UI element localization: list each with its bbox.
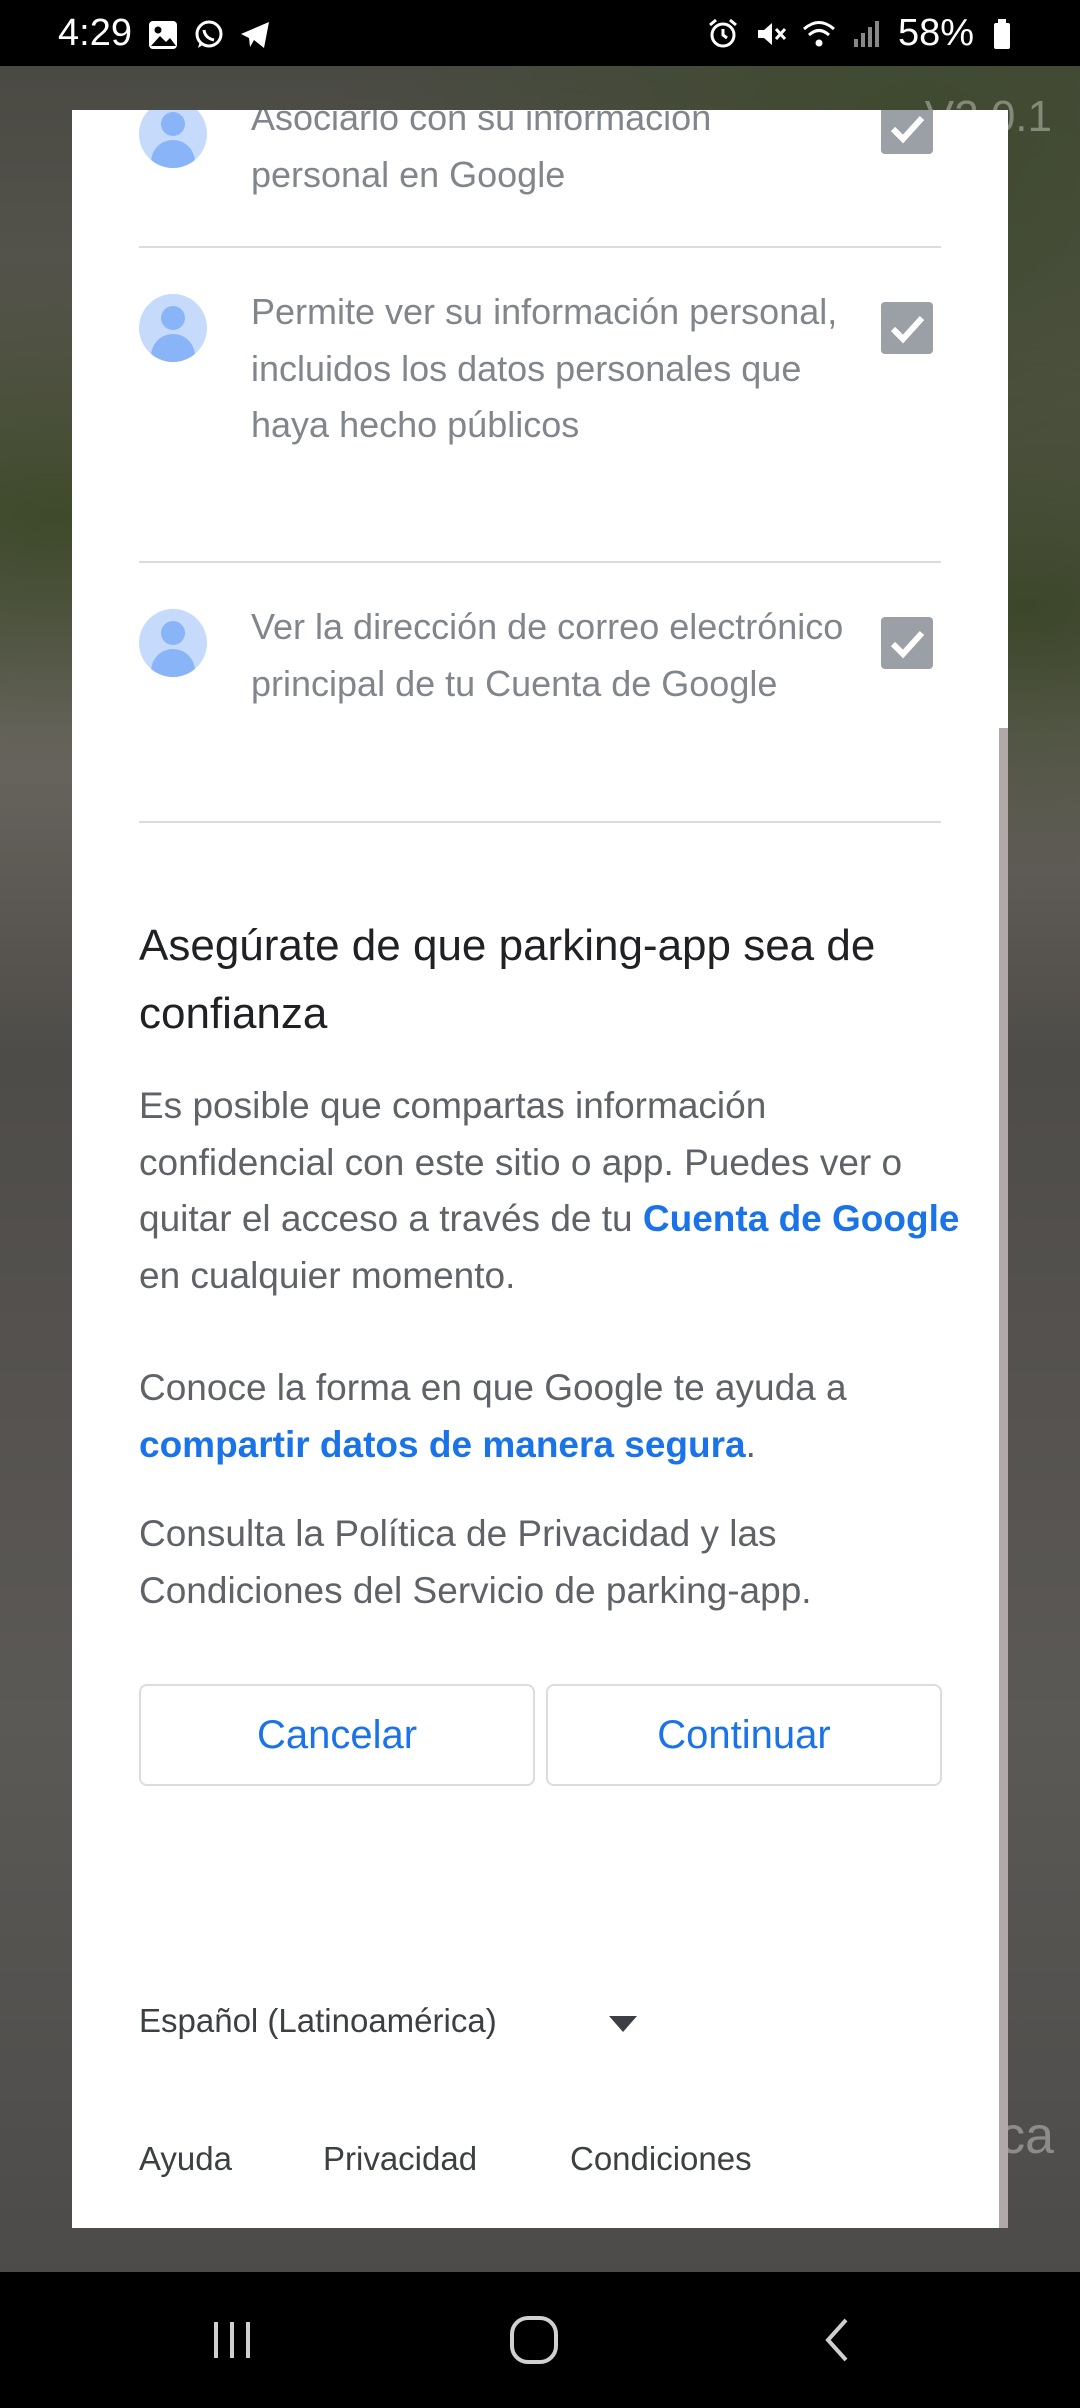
- terms-link[interactable]: Condiciones: [570, 2140, 752, 2178]
- safe-sharing-paragraph: Conoce la forma en que Google te ayuda a…: [139, 1367, 847, 1465]
- battery-percent: 58%: [897, 12, 974, 54]
- chevron-down-icon[interactable]: [609, 2016, 637, 2032]
- telegram-icon: [238, 18, 272, 52]
- share-info-paragraph: Es posible que compartas información con…: [139, 1085, 960, 1296]
- permission-checkbox[interactable]: [881, 302, 933, 354]
- system-status: 58%: [706, 12, 1022, 55]
- account-avatar-icon: [139, 294, 207, 362]
- permission-checkbox[interactable]: [881, 110, 933, 154]
- status-bar: 4:29 58%: [0, 0, 1080, 66]
- navigation-bar: [0, 2272, 1080, 2408]
- permission-text: Asociarlo con su información personal en…: [251, 110, 712, 195]
- privacy-link[interactable]: Privacidad: [323, 2140, 477, 2178]
- home-icon[interactable]: [504, 2310, 564, 2370]
- scrollbar[interactable]: [999, 728, 1008, 2228]
- status-time: 4:29: [58, 12, 132, 54]
- permission-item: Ver la dirección de correo electrónico p…: [139, 563, 941, 823]
- google-consent-dialog: Asociarlo con su información personal en…: [72, 110, 1008, 2228]
- mute-icon: [754, 17, 788, 51]
- google-account-link[interactable]: Cuenta de Google: [643, 1198, 960, 1239]
- signal-icon: [850, 17, 884, 51]
- help-link[interactable]: Ayuda: [139, 2140, 232, 2178]
- cancel-button[interactable]: Cancelar: [139, 1684, 535, 1786]
- safe-sharing-link[interactable]: compartir datos de manera segura: [139, 1424, 746, 1465]
- permission-checkbox[interactable]: [881, 617, 933, 669]
- account-avatar-icon: [139, 609, 207, 677]
- trust-title: Asegúrate de que parking-app sea de conf…: [139, 921, 876, 1038]
- alarm-icon: [706, 17, 740, 51]
- permission-item: Permite ver su información personal, inc…: [139, 248, 941, 563]
- permission-text: Permite ver su información personal, inc…: [251, 291, 838, 445]
- recent-apps-icon[interactable]: [202, 2310, 262, 2370]
- continue-button[interactable]: Continuar: [546, 1684, 942, 1786]
- permission-item: Asociarlo con su información personal en…: [139, 110, 941, 248]
- back-icon[interactable]: [808, 2310, 868, 2370]
- privacy-terms-paragraph: Consulta la Política de Privacidad y las…: [139, 1513, 812, 1611]
- notification-icons: [146, 18, 272, 52]
- whatsapp-icon: [192, 18, 226, 52]
- permission-text: Ver la dirección de correo electrónico p…: [251, 606, 844, 704]
- gallery-icon: [146, 18, 180, 52]
- battery-icon: [988, 17, 1022, 51]
- account-avatar-icon: [139, 110, 207, 168]
- language-selector[interactable]: Español (Latinoamérica): [139, 2002, 497, 2040]
- wifi-icon: [802, 17, 836, 51]
